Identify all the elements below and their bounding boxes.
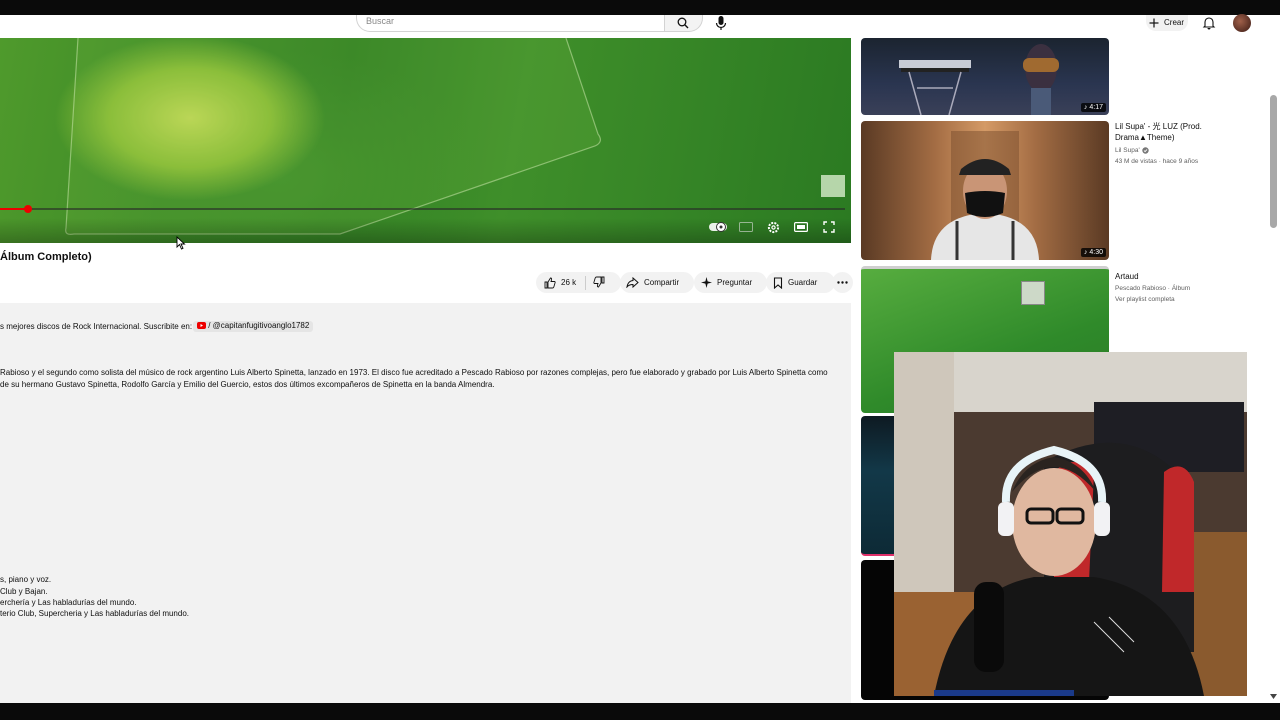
like-button[interactable]: 26 k — [544, 277, 576, 289]
share-label: Compartir — [644, 278, 680, 287]
ask-label: Preguntar — [717, 278, 753, 287]
video-frame-artwork — [65, 38, 601, 235]
concert-scene-art — [899, 44, 1059, 115]
search-icon — [677, 17, 689, 29]
gear-icon — [767, 221, 779, 233]
sidebar-thumbnail-2[interactable]: ♪ 4:30 — [861, 121, 1109, 260]
thumbs-down-icon — [593, 276, 605, 287]
bookmark-icon — [773, 276, 783, 289]
bell-icon — [1202, 17, 1216, 30]
bottom-black-band — [0, 703, 1280, 720]
fullscreen-button[interactable] — [820, 219, 838, 235]
title-line-2: Drama▲Theme) — [1115, 133, 1175, 142]
thumbs-up-icon — [544, 277, 556, 288]
subtitles-icon — [739, 222, 753, 232]
theater-icon — [794, 222, 808, 232]
channel-mention-text: / @capitanfugitivoanglo1782 — [208, 321, 310, 330]
subtitles-button[interactable] — [737, 219, 755, 235]
view-full-playlist-link[interactable]: Ver playlist completa — [1115, 294, 1175, 305]
share-button[interactable]: Compartir — [620, 272, 694, 293]
more-actions-button[interactable] — [832, 272, 853, 293]
top-black-band — [0, 0, 1280, 15]
video-title: Álbum Completo) — [0, 251, 92, 263]
sidebar-item-2-channel[interactable]: Lil Supa' — [1115, 145, 1149, 156]
verified-icon — [1141, 147, 1149, 154]
video-player[interactable] — [0, 38, 851, 243]
more-horizontal-icon — [837, 281, 848, 284]
credits-line-4: terio Club, Supercheria y Las habladuría… — [0, 609, 189, 618]
credits-line-1: s, piano y voz. — [0, 575, 52, 584]
settings-button[interactable] — [764, 219, 782, 235]
scroll-down-arrow-icon[interactable] — [1269, 693, 1278, 700]
duration-text: 4:17 — [1089, 104, 1103, 111]
credits-line-2: Club y Bajan. — [0, 587, 48, 596]
sidebar-item-3-title[interactable]: Artaud — [1115, 271, 1139, 282]
duration-text: 4:30 — [1089, 249, 1103, 256]
youtube-logo-icon — [197, 322, 206, 330]
description-line-1: s mejores discos de Rock Internacional. … — [0, 322, 193, 331]
progress-scrubber[interactable] — [24, 205, 32, 213]
search-placeholder: Buscar — [366, 16, 395, 26]
channel-name: Lil Supa' — [1115, 147, 1140, 154]
duration-badge: ♪ 4:17 — [1080, 103, 1106, 112]
search-input[interactable] — [356, 15, 666, 32]
plus-icon — [1149, 18, 1159, 28]
save-label: Guardar — [788, 278, 818, 287]
description-paragraph-1: Rabioso y el segundo como solista del mú… — [0, 368, 828, 377]
duration-badge: ♪ 4:30 — [1080, 248, 1106, 257]
avatar[interactable] — [1233, 14, 1251, 32]
save-button[interactable]: Guardar — [766, 272, 835, 293]
sparkle-icon — [701, 277, 712, 288]
share-icon — [626, 277, 639, 288]
person-masked-art — [931, 131, 1039, 260]
pill-divider — [585, 275, 587, 290]
sidebar-thumbnail-1[interactable]: ♪ 4:17 — [861, 38, 1109, 115]
album-cover-mini — [1021, 281, 1045, 305]
like-count: 26 k — [561, 278, 577, 287]
title-line-1: Lil Supa' - 光 LUZ (Prod. — [1115, 122, 1202, 131]
sidebar-item-2-meta: 43 M de vistas · hace 9 años — [1115, 158, 1199, 165]
notifications-button[interactable] — [1201, 15, 1217, 31]
webcam-overlay — [894, 352, 1247, 696]
mic-icon — [715, 16, 727, 30]
sidebar-item-2-title[interactable]: Lil Supa' - 光 LUZ (Prod. Drama▲Theme) — [1115, 121, 1202, 143]
voice-search-button[interactable] — [712, 14, 730, 32]
toggle-icon — [709, 222, 727, 232]
channel-mention-link[interactable]: / @capitanfugitivoanglo1782 — [193, 321, 314, 332]
progress-bar[interactable] — [0, 208, 845, 210]
create-label: Crear — [1164, 18, 1185, 27]
mouse-cursor — [176, 236, 186, 250]
description-paragraph-2: de su hermano Gustavo Spinetta, Rodolfo … — [0, 380, 495, 389]
search-button[interactable] — [664, 15, 703, 32]
like-dislike-group: 26 k — [536, 272, 621, 293]
create-button[interactable]: Crear — [1146, 15, 1188, 31]
page-scrollbar[interactable] — [1270, 95, 1277, 228]
sidebar-item-3-channel[interactable]: Pescado Rabioso · Álbum — [1115, 283, 1190, 294]
credits-line-3: erchería y Las habladurías del mundo. — [0, 598, 137, 607]
autoplay-toggle[interactable] — [709, 219, 727, 235]
fullscreen-icon — [823, 221, 835, 233]
theater-mode-button[interactable] — [792, 219, 810, 235]
channel-watermark[interactable] — [821, 175, 845, 197]
description-box[interactable] — [0, 303, 851, 703]
streamer-webcam-feed — [894, 352, 1247, 696]
ask-button[interactable]: Preguntar — [694, 272, 767, 293]
dislike-button[interactable] — [593, 276, 610, 290]
